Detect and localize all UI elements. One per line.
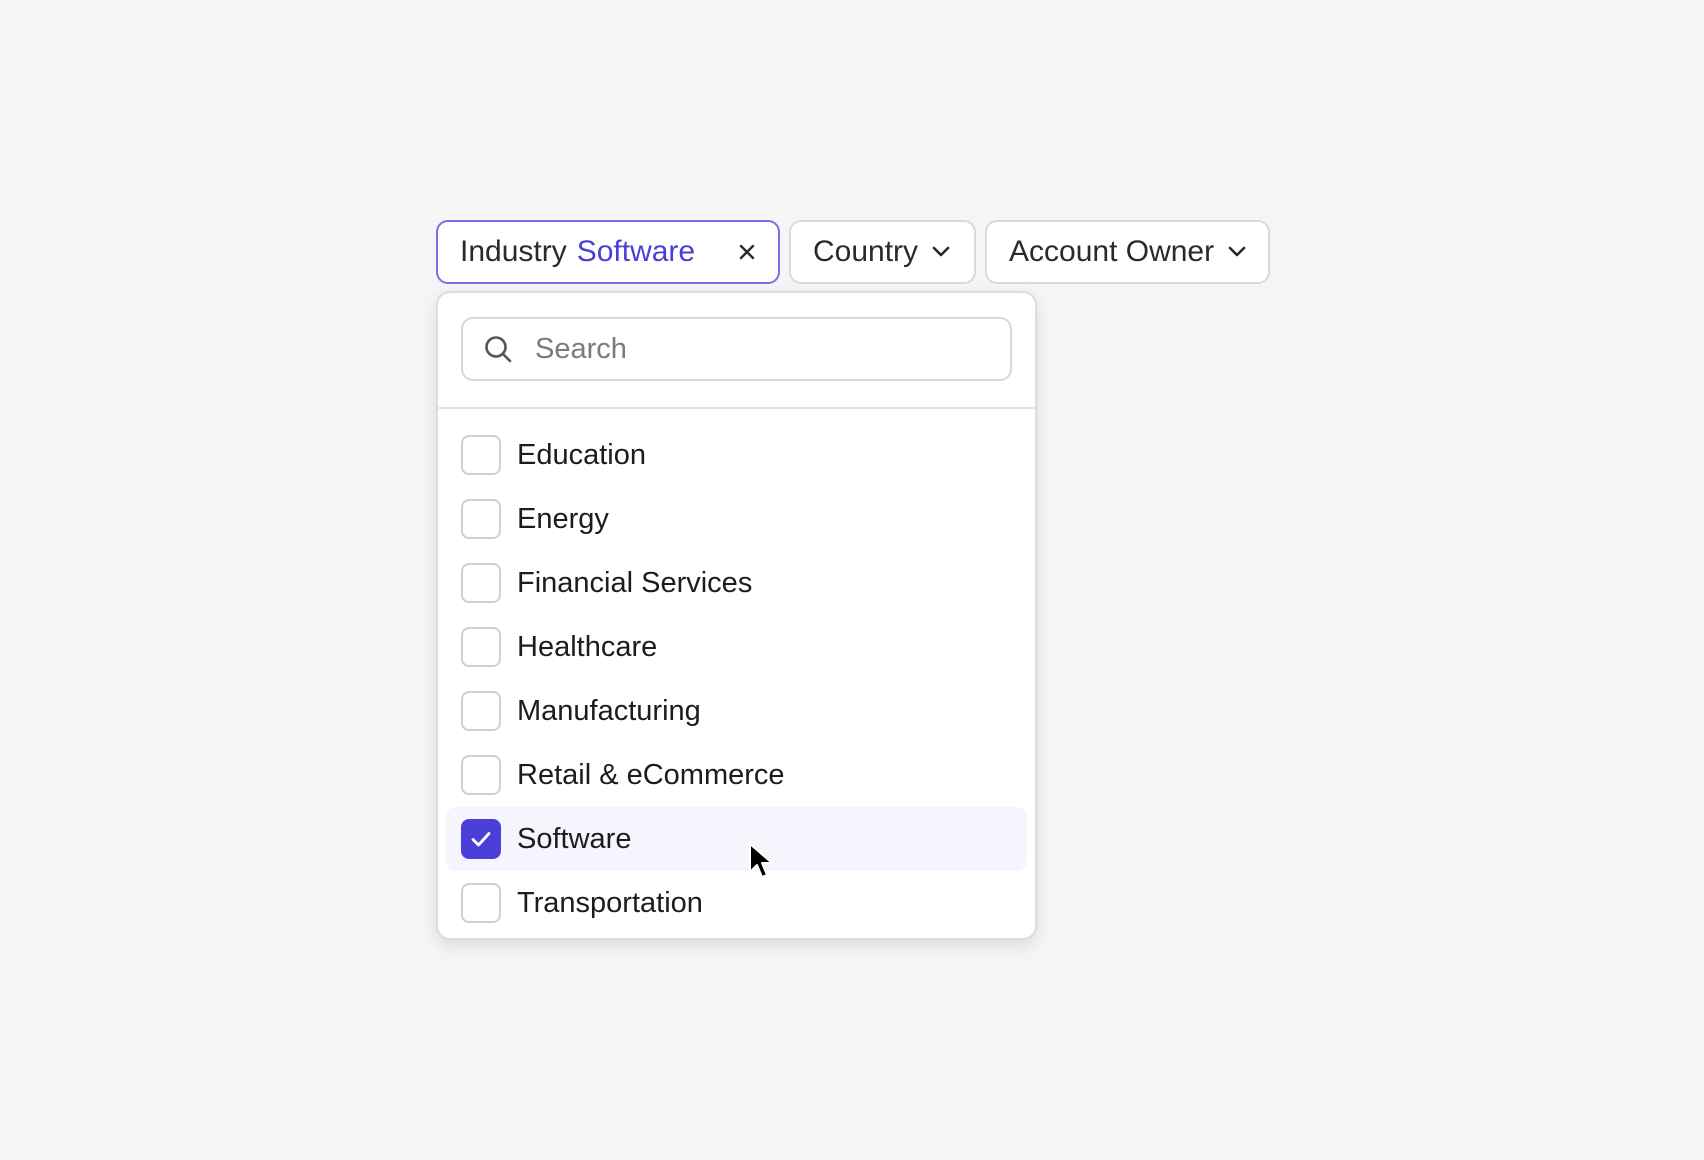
option-label: Healthcare (517, 630, 658, 663)
close-icon[interactable] (738, 243, 756, 261)
checkbox[interactable] (461, 755, 501, 795)
checkbox[interactable] (461, 819, 501, 859)
country-filter-chip[interactable]: Country (789, 220, 976, 284)
checkbox[interactable] (461, 563, 501, 603)
industry-dropdown: Education Energy Financial Services Healthc… (436, 291, 1037, 940)
option-item[interactable]: Manufacturing (446, 679, 1027, 743)
option-item[interactable]: Retail & eCommerce (446, 743, 1027, 807)
account-owner-filter-label: Account Owner (1009, 235, 1215, 268)
filter-bar: Industry Software Country Account Owner (436, 220, 1270, 284)
option-label: Financial Services (517, 566, 753, 599)
option-item[interactable]: Financial Services (446, 551, 1027, 615)
checkbox[interactable] (461, 435, 501, 475)
checkbox[interactable] (461, 627, 501, 667)
option-item[interactable]: Education (446, 423, 1027, 487)
options-list: Education Energy Financial Services Healthc… (438, 409, 1035, 935)
option-label: Energy (517, 502, 609, 535)
option-item[interactable]: Healthcare (446, 615, 1027, 679)
search-icon (483, 334, 513, 364)
option-label: Education (517, 438, 646, 471)
search-input[interactable] (533, 331, 937, 367)
option-item[interactable]: Transportation (446, 871, 1027, 935)
industry-filter-value: Software (576, 235, 696, 268)
option-item[interactable]: Energy (446, 487, 1027, 551)
option-item[interactable]: Software (446, 807, 1027, 871)
account-owner-filter-chip[interactable]: Account Owner (985, 220, 1270, 284)
country-filter-label: Country (813, 235, 919, 268)
option-label: Retail & eCommerce (517, 758, 785, 791)
option-label: Transportation (517, 886, 703, 919)
industry-filter-label: Industry (460, 235, 567, 268)
search-section (438, 293, 1035, 409)
search-box[interactable] (461, 317, 1012, 381)
check-icon (471, 832, 491, 847)
option-label: Software (517, 822, 632, 855)
option-label: Manufacturing (517, 694, 701, 727)
chevron-down-icon (932, 246, 950, 258)
industry-filter-chip[interactable]: Industry Software (436, 220, 780, 284)
chevron-down-icon (1228, 246, 1246, 258)
checkbox[interactable] (461, 883, 501, 923)
checkbox[interactable] (461, 499, 501, 539)
checkbox[interactable] (461, 691, 501, 731)
